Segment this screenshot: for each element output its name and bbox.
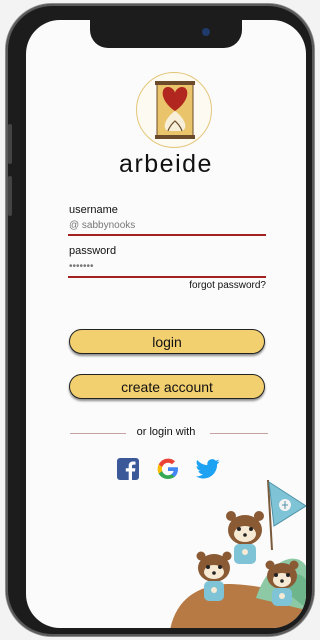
google-icon bbox=[157, 458, 178, 479]
google-login-button[interactable] bbox=[156, 457, 180, 481]
app-logo bbox=[136, 72, 212, 148]
password-underline bbox=[68, 276, 266, 278]
username-underline bbox=[68, 234, 266, 236]
hourglass-heart-icon bbox=[155, 81, 195, 139]
username-label: username bbox=[69, 204, 118, 216]
volume-down-button bbox=[8, 176, 12, 216]
app-screen: arbeide username @ sabbynooks password •… bbox=[26, 20, 306, 628]
volume-up-button bbox=[8, 124, 12, 164]
password-input[interactable]: ••••••• bbox=[69, 261, 265, 272]
forgot-password-link[interactable]: forgot password? bbox=[189, 280, 266, 291]
twitter-icon bbox=[196, 459, 220, 479]
twitter-login-button[interactable] bbox=[196, 457, 220, 481]
login-button[interactable]: login bbox=[69, 329, 265, 354]
phone-frame: arbeide username @ sabbynooks password •… bbox=[6, 4, 314, 636]
notch bbox=[90, 20, 242, 48]
username-input[interactable]: @ sabbynooks bbox=[69, 220, 265, 231]
app-title: arbeide bbox=[119, 150, 213, 178]
facebook-login-button[interactable] bbox=[116, 457, 140, 481]
or-login-with-text: or login with bbox=[136, 426, 196, 438]
create-account-button[interactable]: create account bbox=[69, 374, 265, 399]
divider-right bbox=[210, 433, 268, 434]
facebook-icon bbox=[117, 458, 139, 480]
camera-icon bbox=[202, 28, 210, 36]
password-label: password bbox=[69, 245, 117, 257]
mascot-illustration bbox=[170, 480, 306, 628]
